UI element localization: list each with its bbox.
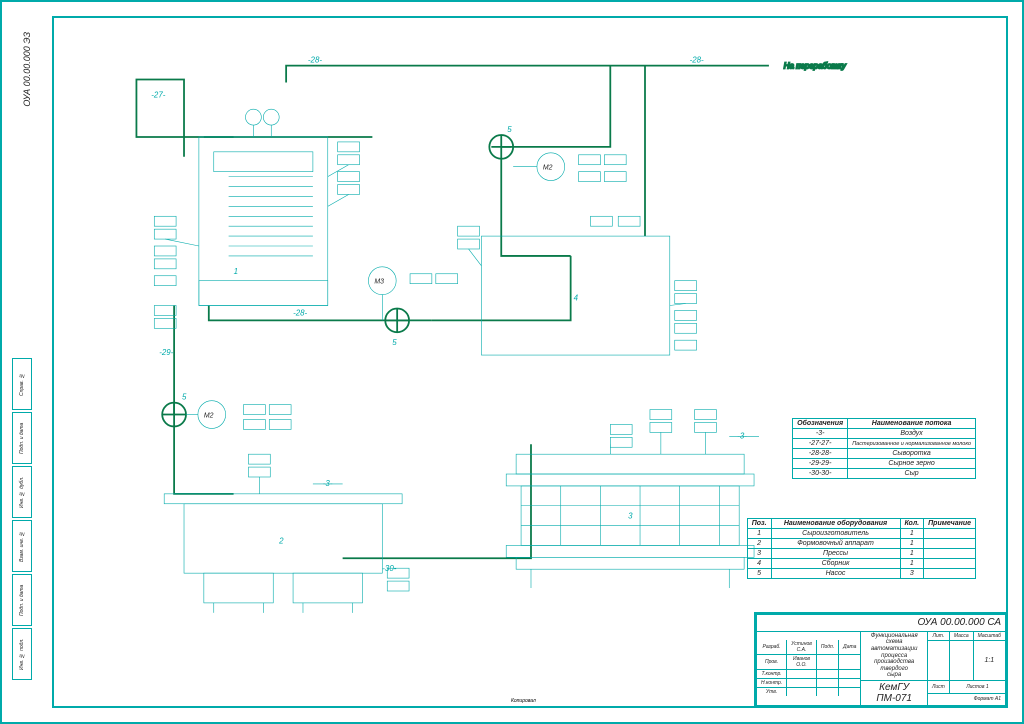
svg-text:1: 1 [234,267,238,276]
motor-m2-top: М2 [513,153,565,181]
drawing-sheet: ОУА 00.00.000 ЭЗ На переработку [0,0,1024,724]
equipment-4: 4 [481,236,669,355]
fl-3a: -3- [323,479,333,488]
svg-text:4: 4 [574,294,579,303]
fl-3b: -3- [737,431,747,440]
schematic-svg: На переработку [54,18,1006,706]
equipment-table: Поз.Наименование оборудованияКол.Примеча… [747,518,976,579]
equipment-2: 2 [164,494,402,613]
flow-label-out: На переработку [784,62,847,71]
footer-copy: Копировал [511,698,536,704]
svg-text:М2: М2 [543,165,553,172]
svg-text:3: 3 [628,512,633,521]
pump-5b: 5 [392,338,397,347]
svg-text:М2: М2 [204,413,214,420]
title-block: ОУА 00.00.000 СА Разраб.Устинов С.А.Подп… [754,612,1006,706]
doc-code-side: ОУА 00.00.000 ЭЗ [22,32,32,107]
fl-28a: -28- [308,56,322,65]
fl-28c: -28- [690,56,704,65]
instrument-tags [154,142,716,591]
pump-5c: 5 [182,393,187,402]
fl-27: -27- [151,90,165,99]
flows-table: ОбозначенияНаименование потока -3-Воздух… [792,418,976,479]
equipment-3: 3 [506,454,754,588]
fl-29: -29- [159,348,173,357]
svg-text:М3: М3 [374,279,384,286]
fl-28b: -28- [293,308,307,317]
motor-m2-left: М2 [186,401,226,429]
pump-5a: 5 [507,125,512,134]
inner-frame: На переработку [52,16,1008,708]
side-tabs: Справ. № Подп. и дата Инв. № дубл. Взам.… [12,358,32,682]
fl-30: -30- [382,564,396,573]
svg-text:2: 2 [278,536,284,545]
equipment-1: 1 [199,109,328,305]
motor-m3: М3 [368,267,396,321]
